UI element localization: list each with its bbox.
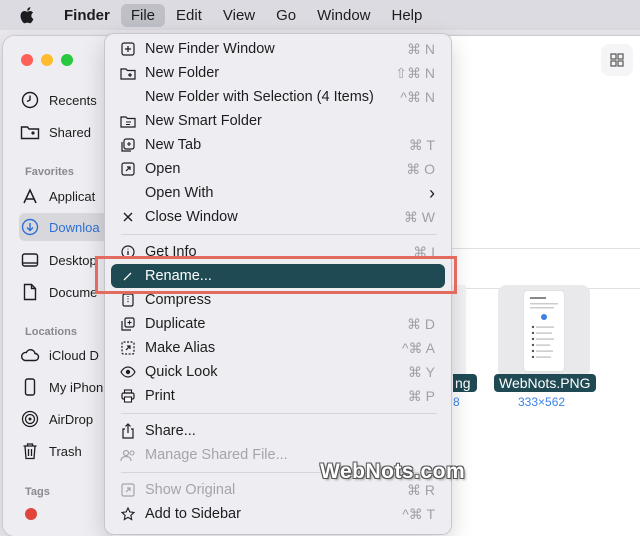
cloud-icon — [19, 344, 41, 366]
eye-icon — [120, 364, 136, 380]
menu-item-close-window[interactable]: Close Window ⌘ W — [111, 206, 445, 228]
menu-separator — [121, 234, 437, 235]
menu-item-duplicate[interactable]: Duplicate ⌘ D — [111, 313, 445, 335]
document-preview-icon — [524, 291, 564, 371]
file-name-partial[interactable]: ng — [453, 374, 477, 392]
grid-icon — [610, 53, 624, 67]
clock-icon — [19, 89, 41, 111]
menu-item-open[interactable]: Open ⌘ O — [111, 158, 445, 180]
sidebar-item-applications[interactable]: Applicat — [19, 182, 119, 210]
file-name-label[interactable]: WebNots.PNG — [494, 374, 596, 392]
menu-item-quick-look[interactable]: Quick Look ⌘ Y — [111, 361, 445, 383]
share-icon — [120, 423, 136, 439]
tag-red-dot[interactable] — [25, 508, 37, 520]
desktop-icon — [19, 249, 41, 271]
minimize-window-button[interactable] — [41, 54, 53, 66]
document-icon — [19, 281, 41, 303]
show-original-icon — [120, 482, 136, 498]
close-icon — [120, 209, 136, 225]
locations-heading: Locations — [25, 326, 77, 338]
menu-view[interactable]: View — [213, 4, 265, 27]
airdrop-icon — [19, 408, 41, 430]
menu-item-print[interactable]: Print ⌘ P — [111, 385, 445, 407]
duplicate-icon — [120, 316, 136, 332]
sidebar-item-airdrop[interactable]: AirDrop — [19, 405, 119, 433]
menu-item-new-folder[interactable]: New Folder ⇧⌘ N — [111, 62, 445, 84]
new-folder-icon — [120, 65, 136, 81]
open-icon — [120, 161, 136, 177]
sidebar-item-trash[interactable]: Trash — [19, 437, 119, 465]
sidebar-item-downloads[interactable]: Downloa — [19, 213, 119, 241]
sidebar-item-icloud[interactable]: iCloud D — [19, 341, 119, 369]
file-info-partial: 8 — [453, 395, 460, 409]
compress-icon — [120, 292, 136, 308]
sidebar-item-label: Desktop — [49, 252, 97, 268]
sidebar-item-label: iCloud D — [49, 347, 99, 363]
sidebar-item-label: Shared — [49, 124, 91, 140]
chevron-right-icon: › — [429, 182, 435, 203]
downloads-icon — [19, 216, 41, 238]
zoom-window-button[interactable] — [61, 54, 73, 66]
menu-item-make-alias[interactable]: Make Alias ^⌘ A — [111, 337, 445, 359]
file-dimensions: 333×562 — [518, 395, 566, 409]
rename-callout-box — [95, 256, 457, 294]
tags-heading: Tags — [25, 486, 50, 498]
manage-share-icon — [120, 447, 136, 463]
sidebar-item-label: My iPhon — [49, 379, 104, 395]
menu-go[interactable]: Go — [266, 4, 306, 27]
watermark: WebNots.com — [320, 460, 466, 483]
sidebar-item-recents[interactable]: Recents — [19, 86, 119, 114]
printer-icon — [120, 388, 136, 404]
menu-window[interactable]: Window — [307, 4, 380, 27]
sidebar-item-label: AirDrop — [49, 411, 94, 427]
menu-separator — [121, 413, 437, 414]
close-window-button[interactable] — [21, 54, 33, 66]
menu-item-new-smart-folder[interactable]: New Smart Folder — [111, 110, 445, 132]
menu-bar: Finder File Edit View Go Window Help — [0, 0, 640, 30]
sidebar-item-shared[interactable]: Shared — [19, 118, 119, 146]
menu-file[interactable]: File — [120, 3, 166, 27]
star-icon — [120, 506, 136, 522]
window-controls — [21, 54, 73, 66]
sidebar-item-iphone[interactable]: My iPhon — [19, 373, 119, 401]
sidebar-item-label: Trash — [49, 443, 82, 459]
new-tab-icon — [120, 137, 136, 153]
menu-item-new-tab[interactable]: New Tab ⌘ T — [111, 134, 445, 156]
menu-help[interactable]: Help — [382, 4, 433, 27]
sidebar-item-label: Applicat — [49, 188, 96, 204]
menu-item-share[interactable]: Share... — [111, 420, 445, 442]
menu-item-open-with[interactable]: Open With › — [111, 182, 445, 204]
menu-edit[interactable]: Edit — [166, 4, 212, 27]
applications-icon — [19, 185, 41, 207]
favorites-heading: Favorites — [25, 166, 74, 178]
menu-item-new-folder-with-selection[interactable]: New Folder with Selection (4 Items) ^⌘ N — [111, 86, 445, 108]
smart-folder-icon — [120, 113, 136, 129]
trash-icon — [19, 440, 41, 462]
menu-item-new-finder-window[interactable]: New Finder Window ⌘ N — [111, 38, 445, 60]
sidebar-item-label: Docume — [49, 284, 98, 300]
iphone-icon — [19, 376, 41, 398]
menu-finder[interactable]: Finder — [54, 4, 120, 27]
apple-logo-icon[interactable] — [20, 6, 42, 24]
alias-icon — [120, 340, 136, 356]
view-options-button[interactable] — [601, 44, 633, 76]
sidebar-item-label: Downloa — [49, 219, 100, 235]
file-thumbnail[interactable] — [498, 285, 590, 377]
new-window-icon — [120, 41, 136, 57]
sidebar-item-label: Recents — [49, 92, 97, 108]
shared-folder-icon — [19, 121, 41, 143]
